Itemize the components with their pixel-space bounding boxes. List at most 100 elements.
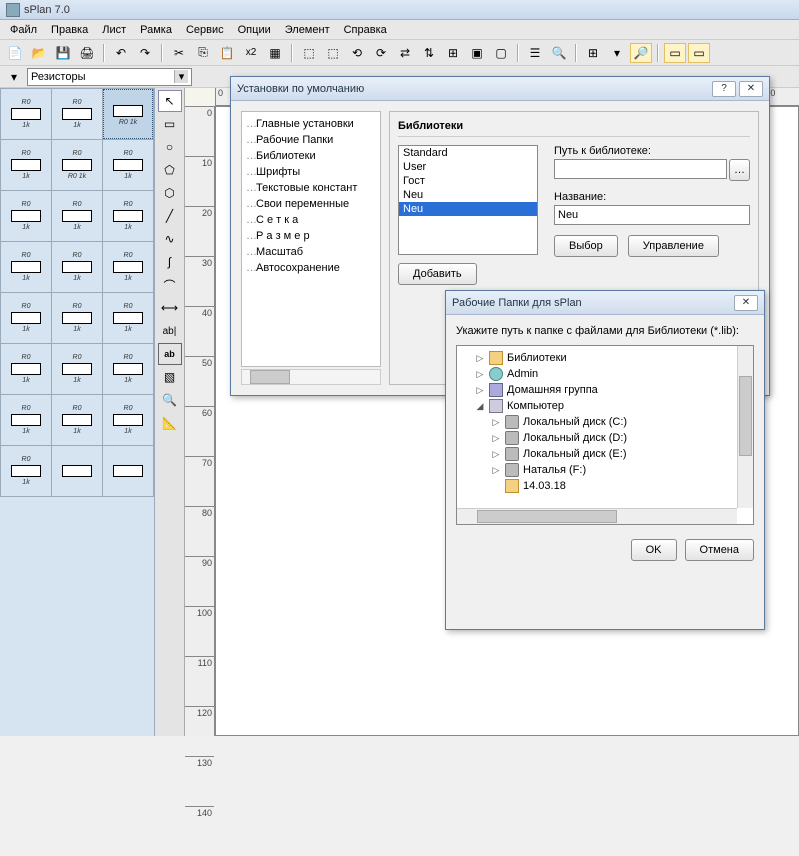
library-cell[interactable]: R01k — [1, 89, 51, 139]
settings-category-tree[interactable]: Главные установкиРабочие ПапкиБиблиотеки… — [241, 111, 381, 367]
library-list-item[interactable]: Standard — [399, 146, 537, 160]
library-cell[interactable]: R01k — [103, 293, 153, 343]
menu-edit[interactable]: Правка — [45, 22, 94, 37]
settings-tree-item[interactable]: Текстовые констант — [244, 180, 378, 196]
library-cell[interactable] — [52, 446, 102, 496]
view1-icon[interactable]: ▭ — [664, 43, 686, 63]
dim-tool-icon[interactable]: ⟷ — [158, 297, 182, 319]
help-button[interactable]: ? — [712, 81, 736, 97]
textbox-tool-icon[interactable]: ab — [158, 343, 182, 365]
library-cell[interactable]: R01k — [52, 395, 102, 445]
select-button[interactable]: Выбор — [554, 235, 618, 257]
browse-button[interactable]: … — [729, 159, 750, 181]
tree-hscroll[interactable] — [457, 508, 737, 524]
poly-tool-icon[interactable]: ⬠ — [158, 159, 182, 181]
menu-sheet[interactable]: Лист — [96, 22, 132, 37]
menu-file[interactable]: Файл — [4, 22, 43, 37]
settings-tree-item[interactable]: Главные установки — [244, 116, 378, 132]
flip-h-icon[interactable]: ⇄ — [394, 43, 416, 63]
library-list-item[interactable]: Neu — [399, 202, 537, 216]
library-cell[interactable]: R01k — [103, 140, 153, 190]
library-cell[interactable] — [103, 446, 153, 496]
library-list-item[interactable]: Гост — [399, 174, 537, 188]
line-tool-icon[interactable]: ╱ — [158, 205, 182, 227]
library-cell[interactable]: R01k — [103, 344, 153, 394]
settings-dialog-titlebar[interactable]: Установки по умолчанию ? ✕ — [231, 77, 769, 101]
folder-dialog-titlebar[interactable]: Рабочие Папки для sPlan ✕ — [446, 291, 764, 315]
folder-tree-item[interactable]: 14.03.18 — [457, 478, 753, 494]
lib-collapse-icon[interactable]: ▾ — [3, 67, 25, 87]
library-cell[interactable]: R01k — [103, 242, 153, 292]
settings-tree-item[interactable]: Р а з м е р — [244, 228, 378, 244]
library-listbox[interactable]: StandardUserГостNeuNeu — [398, 145, 538, 255]
rotate-cw-icon[interactable]: ⟳ — [370, 43, 392, 63]
image-tool-icon[interactable]: ▧ — [158, 366, 182, 388]
zoom-icon[interactable]: 🔎 — [630, 43, 652, 63]
folder-tree-item[interactable]: ▷Локальный диск (C:) — [457, 414, 753, 430]
grid-dropdown-icon[interactable]: ▾ — [606, 43, 628, 63]
list-icon[interactable]: ☰ — [524, 43, 546, 63]
expand-icon[interactable]: ▷ — [475, 369, 485, 380]
menu-frame[interactable]: Рамка — [134, 22, 178, 37]
library-cell[interactable]: R01k — [52, 293, 102, 343]
library-list-item[interactable]: Neu — [399, 188, 537, 202]
save-icon[interactable]: 💾 — [52, 43, 74, 63]
bezier-tool-icon[interactable]: ∫ — [158, 251, 182, 273]
library-cell[interactable]: R01k — [52, 89, 102, 139]
library-cell[interactable]: R01k — [1, 191, 51, 241]
poly2-tool-icon[interactable]: ⬡ — [158, 182, 182, 204]
folder-tree-item[interactable]: ▷Локальный диск (E:) — [457, 446, 753, 462]
menu-element[interactable]: Элемент — [279, 22, 336, 37]
settings-tree-item[interactable]: Масштаб — [244, 244, 378, 260]
tree-hscroll[interactable] — [241, 369, 381, 385]
align-icon[interactable]: ⊞ — [442, 43, 464, 63]
copy-icon[interactable]: ⎘ — [192, 43, 214, 63]
expand-icon[interactable]: ▷ — [491, 433, 501, 444]
expand-icon[interactable]: ▷ — [491, 465, 501, 476]
menu-options[interactable]: Опции — [232, 22, 277, 37]
ungroup-icon[interactable]: ⬚ — [322, 43, 344, 63]
arc-tool-icon[interactable]: ⌒ — [158, 274, 182, 296]
folder-tree-item[interactable]: ▷Наталья (F:) — [457, 462, 753, 478]
expand-icon[interactable]: ▷ — [491, 417, 501, 428]
pointer-tool-icon[interactable]: ↖ — [158, 90, 182, 112]
library-cell[interactable]: R01k — [1, 293, 51, 343]
new-icon[interactable]: 📄 — [4, 43, 26, 63]
x2-icon[interactable]: x2 — [240, 43, 262, 63]
expand-icon[interactable]: ▷ — [491, 449, 501, 460]
print-icon[interactable]: 🖨 — [76, 43, 98, 63]
tofront-icon[interactable]: ▣ — [466, 43, 488, 63]
library-cell[interactable]: R01k — [103, 395, 153, 445]
circle-tool-icon[interactable]: ○ — [158, 136, 182, 158]
library-path-input[interactable] — [554, 159, 727, 179]
close-button[interactable]: ✕ — [739, 81, 763, 97]
library-cell[interactable]: R01k — [52, 242, 102, 292]
zoom-tool-icon[interactable]: 🔍 — [158, 389, 182, 411]
group-icon[interactable]: ⬚ — [298, 43, 320, 63]
library-combo[interactable]: Резисторы ▾ — [27, 68, 192, 86]
toback-icon[interactable]: ▢ — [490, 43, 512, 63]
ok-button[interactable]: OK — [631, 539, 677, 561]
expand-icon[interactable]: ▷ — [475, 353, 485, 364]
view2-icon[interactable]: ▭ — [688, 43, 710, 63]
menu-service[interactable]: Сервис — [180, 22, 230, 37]
library-list-item[interactable]: User — [399, 160, 537, 174]
folder-tree-item[interactable]: ◢Компьютер — [457, 398, 753, 414]
library-cell[interactable]: R01k — [103, 191, 153, 241]
redo-icon[interactable]: ↷ — [134, 43, 156, 63]
library-cell[interactable]: R01k — [1, 344, 51, 394]
zigzag-tool-icon[interactable]: ∿ — [158, 228, 182, 250]
flip-v-icon[interactable]: ⇅ — [418, 43, 440, 63]
paste-icon[interactable]: 📋 — [216, 43, 238, 63]
library-cell[interactable]: R01k — [52, 344, 102, 394]
cut-icon[interactable]: ✂ — [168, 43, 190, 63]
add-library-button[interactable]: Добавить — [398, 263, 477, 285]
folder-tree-item[interactable]: ▷Локальный диск (D:) — [457, 430, 753, 446]
folder-tree[interactable]: ▷Библиотеки▷Admin▷Домашняя группа◢Компью… — [456, 345, 754, 525]
library-cell[interactable]: R01k — [52, 191, 102, 241]
library-cell[interactable]: R0R0 1k — [52, 140, 102, 190]
rotate-ccw-icon[interactable]: ⟲ — [346, 43, 368, 63]
menu-help[interactable]: Справка — [338, 22, 393, 37]
settings-tree-item[interactable]: Автосохранение — [244, 260, 378, 276]
search-icon[interactable]: 🔍 — [548, 43, 570, 63]
